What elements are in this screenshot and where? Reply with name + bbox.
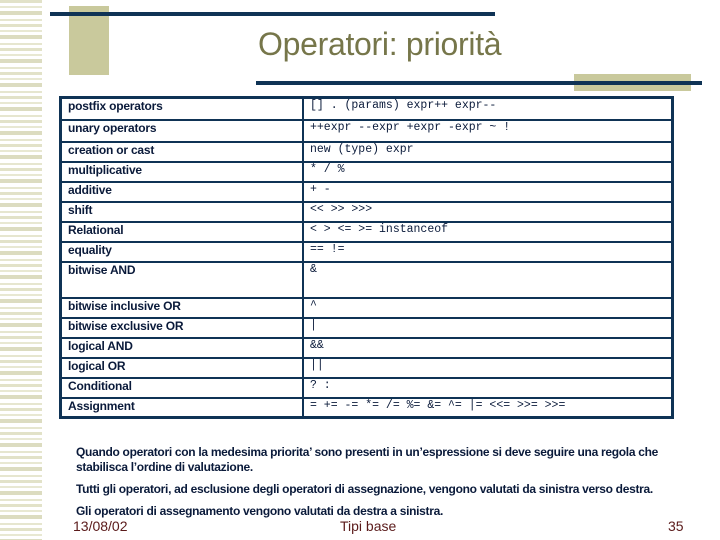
table-row: bitwise exclusive OR | [59, 316, 674, 339]
category-cell: creation or cast [59, 140, 304, 163]
note-paragraph: Quando operatori con la medesima priorit… [76, 445, 659, 474]
category-cell: Relational [59, 220, 304, 243]
table-row: creation or cast new (type) expr [59, 140, 674, 163]
category-cell: additive [59, 180, 304, 203]
decorative-tan-block [69, 6, 109, 75]
notes: Quando operatori con la medesima priorit… [76, 445, 696, 526]
category-cell: multiplicative [59, 160, 304, 183]
operator-precedence-table: postfix operators[] . (params) expr++ ex… [59, 96, 674, 419]
operators-cell: == != [302, 240, 674, 263]
note-paragraph: Tutti gli operatori, ad esclusione degli… [76, 482, 653, 496]
category-cell: logical OR [59, 356, 304, 379]
table-row: postfix operators[] . (params) expr++ ex… [59, 96, 674, 121]
category-cell: bitwise exclusive OR [59, 316, 304, 339]
category-cell: Conditional [59, 376, 304, 399]
category-cell: bitwise AND [59, 260, 304, 299]
category-cell: shift [59, 200, 304, 223]
operators-cell: ? : [302, 376, 674, 399]
category-cell: Assignment [59, 396, 304, 419]
table-row: bitwise AND & [59, 260, 674, 299]
operators-cell: new (type) expr [302, 140, 674, 163]
category-cell: bitwise inclusive OR [59, 296, 304, 319]
operators-cell: << >> >>> [302, 200, 674, 223]
operators-cell: ^ [302, 296, 674, 319]
footer-date: 13/08/02 [73, 518, 128, 534]
table-row: Conditional? : [59, 376, 674, 399]
operators-cell: | [302, 316, 674, 339]
category-cell: equality [59, 240, 304, 263]
table-row: logical OR || [59, 356, 674, 379]
decorative-top-rule [50, 12, 495, 16]
operators-cell: = += -= *= /= %= &= ^= |= <<= >>= >>= [302, 396, 674, 419]
operators-cell: < > <= >= instanceof [302, 220, 674, 243]
category-cell: postfix operators [59, 96, 304, 121]
category-cell: logical AND [59, 336, 304, 359]
operators-cell: & [302, 260, 674, 299]
table-row: additive + - [59, 180, 674, 203]
operators-cell: [] . (params) expr++ expr-- [302, 96, 674, 121]
table-row: multiplicative * / % [59, 160, 674, 183]
operators-cell: + - [302, 180, 674, 203]
table-row: equality == != [59, 240, 674, 263]
table-row: shift << >> >>> [59, 200, 674, 223]
table-row: Assignment = += -= *= /= %= &= ^= |= <<= … [59, 396, 674, 419]
operators-cell: && [302, 336, 674, 359]
slide-title: Operatori: priorità [258, 26, 502, 62]
table-row: unary operators ++expr --expr +expr -expr… [59, 118, 674, 143]
footer-page-number: 35 [668, 518, 684, 534]
title-underline [256, 81, 702, 85]
operators-cell: || [302, 356, 674, 379]
note-paragraph: Gli operatori di assegnamento vengono va… [76, 504, 444, 518]
table-row: Relational < > <= >= instanceof [59, 220, 674, 243]
category-cell: unary operators [59, 118, 304, 143]
table-row: bitwise inclusive OR ^ [59, 296, 674, 319]
operators-cell: ++expr --expr +expr -expr ~ ! [302, 118, 674, 143]
footer-title: Tipi base [340, 518, 397, 534]
decorative-stripes [0, 0, 42, 540]
operators-cell: * / % [302, 160, 674, 183]
table-row: logical AND && [59, 336, 674, 359]
